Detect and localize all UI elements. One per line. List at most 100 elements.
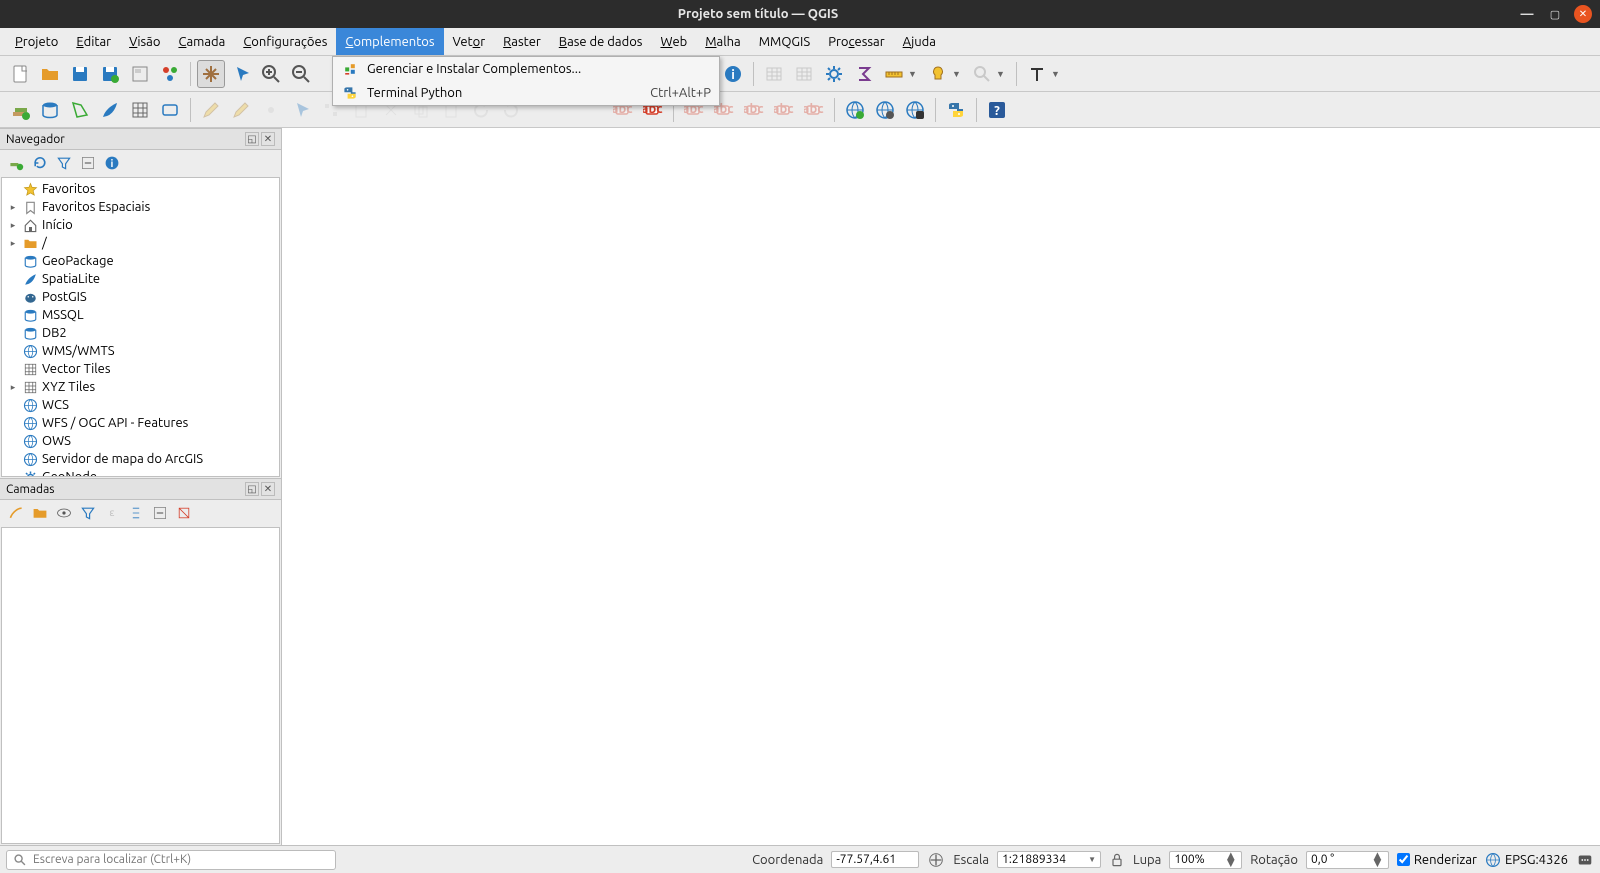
crs-button[interactable]: EPSG:4326	[1485, 852, 1568, 868]
window-minimize-button[interactable]	[1518, 5, 1536, 23]
python-console-button[interactable]	[942, 96, 970, 124]
label-config-4-button[interactable]	[770, 96, 798, 124]
scale-input[interactable]	[1002, 853, 1084, 866]
layers-tree[interactable]	[1, 527, 280, 844]
measure-dropdown-arrow[interactable]: ▼	[908, 69, 918, 79]
tree-expand-toggle[interactable]: ▸	[8, 202, 18, 213]
menu-complementos[interactable]: Complementos	[336, 28, 443, 55]
field-calculator-button[interactable]	[790, 60, 818, 88]
label-config-3-button[interactable]	[740, 96, 768, 124]
measure-button[interactable]	[880, 60, 908, 88]
window-close-button[interactable]	[1574, 5, 1592, 23]
rotation-spinner[interactable]: ▲▼	[1371, 853, 1384, 867]
new-spatialite-layer-button[interactable]	[96, 96, 124, 124]
toggle-extents-icon[interactable]	[927, 851, 945, 869]
scale-dropdown-arrow[interactable]: ▼	[1088, 855, 1096, 864]
style-manager-button[interactable]	[156, 60, 184, 88]
toggle-editing-button[interactable]	[197, 96, 225, 124]
browser-item-vector-tiles[interactable]: Vector Tiles	[6, 360, 275, 378]
layers-add-group-button[interactable]	[30, 503, 50, 523]
layers-panel-close-button[interactable]: ✕	[261, 482, 275, 496]
browser-item-wfs-ogc-api-features[interactable]: WFS / OGC API - Features	[6, 414, 275, 432]
label-config-5-button[interactable]	[800, 96, 828, 124]
layers-expand-button[interactable]	[126, 503, 146, 523]
coordinate-box[interactable]	[831, 851, 919, 868]
browser-refresh-button[interactable]	[30, 153, 50, 173]
move-feature-button[interactable]	[287, 96, 315, 124]
open-attribute-table-button[interactable]	[760, 60, 788, 88]
quickmapservices-search-button[interactable]	[871, 96, 899, 124]
menu-ajuda[interactable]: Ajuda	[894, 28, 945, 55]
new-memory-layer-button[interactable]	[156, 96, 184, 124]
layers-expression-button[interactable]: ε	[102, 503, 122, 523]
browser-item--[interactable]: ▸/	[6, 234, 275, 252]
browser-item-db2[interactable]: DB2	[6, 324, 275, 342]
new-geopackage-layer-button[interactable]	[36, 96, 64, 124]
new-project-button[interactable]	[6, 60, 34, 88]
add-vector-layer-button[interactable]	[6, 96, 34, 124]
save-project-as-button[interactable]	[96, 60, 124, 88]
dropdown-item-terminal-python[interactable]: Terminal PythonCtrl+Alt+P	[333, 81, 719, 105]
menu-editar[interactable]: Editar	[67, 28, 120, 55]
text-annotation-button[interactable]	[1023, 60, 1051, 88]
processing-toolbox-button[interactable]	[820, 60, 848, 88]
render-checkbox[interactable]	[1397, 853, 1410, 866]
browser-filter-button[interactable]	[54, 153, 74, 173]
browser-panel-close-button[interactable]: ✕	[261, 132, 275, 146]
browser-item-xyz-tiles[interactable]: ▸XYZ Tiles	[6, 378, 275, 396]
browser-item-wms-wmts[interactable]: WMS/WMTS	[6, 342, 275, 360]
menu-mmqgis[interactable]: MMQGIS	[750, 28, 819, 55]
browser-item-geopackage[interactable]: GeoPackage	[6, 252, 275, 270]
quickmapservices-add-button[interactable]	[841, 96, 869, 124]
save-edits-button[interactable]	[227, 96, 255, 124]
browser-tree[interactable]: Favoritos▸Favoritos Espaciais▸Início▸/Ge…	[1, 177, 280, 477]
zoom-in-button[interactable]	[257, 60, 285, 88]
text-annotation-dropdown-arrow[interactable]: ▼	[1051, 69, 1061, 79]
menu-raster[interactable]: Raster	[494, 28, 550, 55]
tree-expand-toggle[interactable]: ▸	[8, 238, 18, 249]
messages-icon[interactable]	[1576, 851, 1594, 869]
menu-visão[interactable]: Visão	[120, 28, 169, 55]
rotation-box[interactable]: ▲▼	[1306, 851, 1389, 869]
menu-configurações[interactable]: Configurações	[234, 28, 336, 55]
quickmapservices-settings-button[interactable]	[901, 96, 929, 124]
zoom-actual-button[interactable]	[968, 60, 996, 88]
menu-base-de-dados[interactable]: Base de dados	[550, 28, 652, 55]
layers-panel-undock-button[interactable]: ◱	[245, 482, 259, 496]
menu-vetor[interactable]: Vetor	[444, 28, 495, 55]
pan-to-selection-button[interactable]	[227, 60, 255, 88]
lock-scale-icon[interactable]	[1109, 852, 1125, 868]
coordinate-input[interactable]	[836, 853, 914, 866]
open-project-button[interactable]	[36, 60, 64, 88]
dropdown-item-gerenciar-e-instalar-complementos-[interactable]: Gerenciar e Instalar Complementos...	[333, 57, 719, 81]
pan-map-button[interactable]	[197, 60, 225, 88]
zoom-actual-dropdown-arrow[interactable]: ▼	[996, 69, 1006, 79]
browser-add-layer-button[interactable]	[6, 153, 26, 173]
magnifier-spinner[interactable]: ▲▼	[1224, 853, 1237, 867]
browser-item-ows[interactable]: OWS	[6, 432, 275, 450]
magnifier-box[interactable]: ▲▼	[1169, 851, 1242, 869]
menu-web[interactable]: Web	[651, 28, 696, 55]
browser-item-spatialite[interactable]: SpatiaLite	[6, 270, 275, 288]
new-shapefile-layer-button[interactable]	[66, 96, 94, 124]
browser-item-favoritos-espaciais[interactable]: ▸Favoritos Espaciais	[6, 198, 275, 216]
browser-item-mssql[interactable]: MSSQL	[6, 306, 275, 324]
menu-projeto[interactable]: Projeto	[6, 28, 67, 55]
browser-item-in-cio[interactable]: ▸Início	[6, 216, 275, 234]
layers-visibility-button[interactable]	[54, 503, 74, 523]
zoom-out-button[interactable]	[287, 60, 315, 88]
locator-input[interactable]	[33, 853, 329, 866]
layers-collapse-button[interactable]	[150, 503, 170, 523]
identify-features-button[interactable]	[719, 60, 747, 88]
browser-item-servidor-de-mapa-do-arcgis[interactable]: Servidor de mapa do ArcGIS	[6, 450, 275, 468]
save-project-button[interactable]	[66, 60, 94, 88]
map-tips-button[interactable]	[924, 60, 952, 88]
browser-collapse-button[interactable]	[78, 153, 98, 173]
layers-filter-button[interactable]	[78, 503, 98, 523]
browser-properties-button[interactable]	[102, 153, 122, 173]
menu-malha[interactable]: Malha	[696, 28, 750, 55]
layers-style-button[interactable]	[6, 503, 26, 523]
map-canvas[interactable]	[282, 128, 1600, 845]
rotation-input[interactable]	[1311, 853, 1369, 866]
browser-item-postgis[interactable]: PostGIS	[6, 288, 275, 306]
